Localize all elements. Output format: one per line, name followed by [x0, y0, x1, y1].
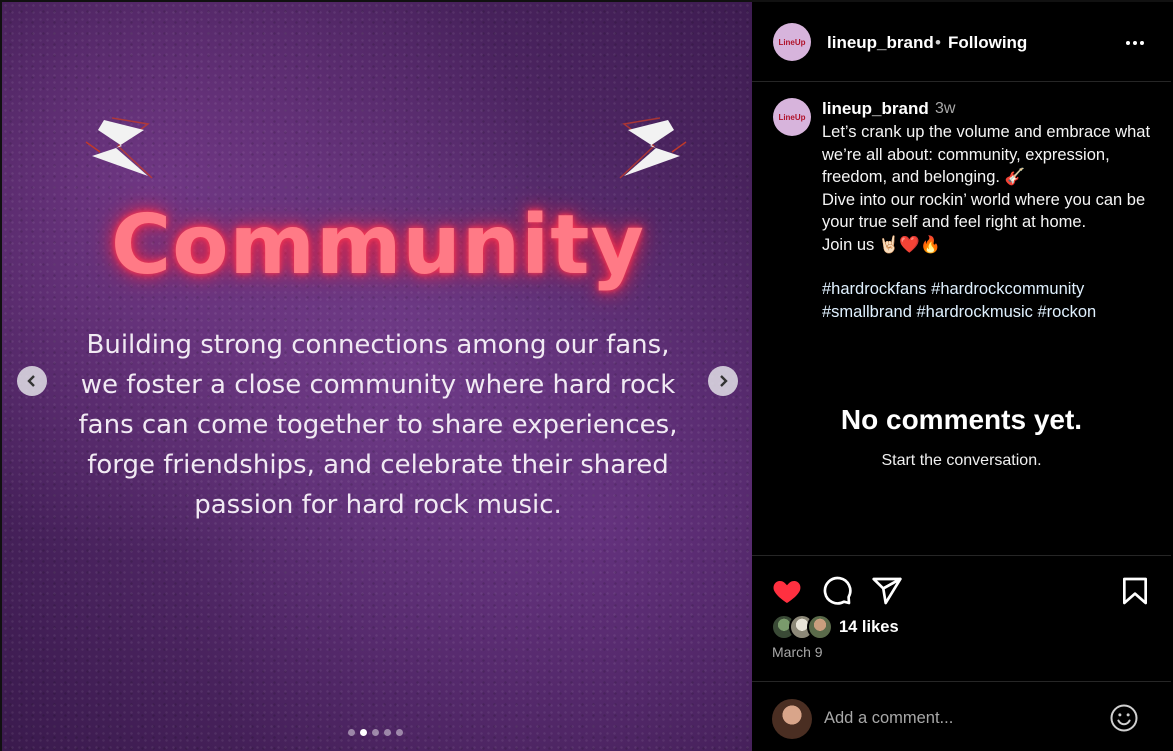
current-user-avatar: [772, 699, 812, 739]
caption-line: Let’s crank up the volume and embrace wh…: [822, 123, 1151, 186]
likes-count[interactable]: 14 likes: [839, 618, 899, 637]
chevron-right-icon: [720, 375, 728, 387]
caption-line: Dive into our rockin’ world where you ca…: [822, 190, 1146, 232]
media-body-text: Building strong connections among our fa…: [78, 330, 678, 520]
more-horizontal-icon: [1126, 41, 1144, 45]
post-media: Community Building strong connections am…: [0, 0, 752, 751]
comment-button[interactable]: [821, 575, 853, 607]
carousel-prev-button[interactable]: [17, 366, 47, 396]
caption-avatar[interactable]: LineUp: [773, 98, 811, 136]
carousel-dot: [372, 729, 379, 736]
post-date[interactable]: March 9: [772, 644, 823, 660]
post-header: LineUp lineup_brand • Following: [752, 2, 1171, 82]
carousel-next-button[interactable]: [708, 366, 738, 396]
carousel-dot: [348, 729, 355, 736]
header-separator: •: [935, 33, 941, 52]
chevron-left-icon: [27, 375, 35, 387]
brand-logo: LineUp: [778, 112, 806, 122]
caption-username[interactable]: lineup_brand: [822, 99, 929, 119]
liker-avatars[interactable]: [771, 614, 837, 640]
send-icon: [872, 577, 902, 605]
carousel-indicator: [348, 729, 403, 736]
heart-icon: [773, 581, 801, 603]
lightning-bolt-icon: [619, 117, 687, 179]
media-title: Community: [111, 198, 645, 293]
emoji-button[interactable]: [1109, 703, 1139, 733]
comment-bubble-icon: [823, 576, 852, 605]
caption-timestamp[interactable]: 3w: [935, 100, 955, 118]
carousel-dot: [396, 729, 403, 736]
post-side-panel: LineUp lineup_brand • Following LineUp l…: [752, 0, 1173, 751]
caption-line: Join us 🤘🏻❤️🔥: [822, 235, 941, 254]
carousel-dot: [360, 729, 367, 736]
caption-text: Let’s crank up the volume and embrace wh…: [822, 121, 1157, 256]
brand-avatar[interactable]: LineUp: [773, 23, 811, 61]
post-actions: 14 likes March 9: [752, 555, 1171, 681]
share-button[interactable]: [871, 575, 903, 607]
smiley-icon: [1110, 704, 1138, 732]
liker-avatar: [807, 614, 833, 640]
following-button[interactable]: Following: [948, 33, 1027, 53]
header-username[interactable]: lineup_brand: [827, 33, 934, 53]
like-button[interactable]: [771, 575, 803, 607]
comment-input[interactable]: [824, 704, 1094, 732]
no-comments-title: No comments yet.: [840, 404, 1083, 435]
comment-bar: [752, 681, 1171, 751]
more-options-button[interactable]: [1122, 32, 1148, 54]
caption-hashtags[interactable]: #hardrockfans #hardrockcommunity #smallb…: [822, 278, 1157, 323]
no-comments-subtitle: Start the conversation.: [881, 452, 1042, 469]
save-button[interactable]: [1119, 575, 1151, 607]
brand-logo: LineUp: [778, 37, 806, 47]
carousel-dot: [384, 729, 391, 736]
bookmark-icon: [1123, 577, 1147, 605]
lightning-bolt-icon: [85, 117, 153, 179]
